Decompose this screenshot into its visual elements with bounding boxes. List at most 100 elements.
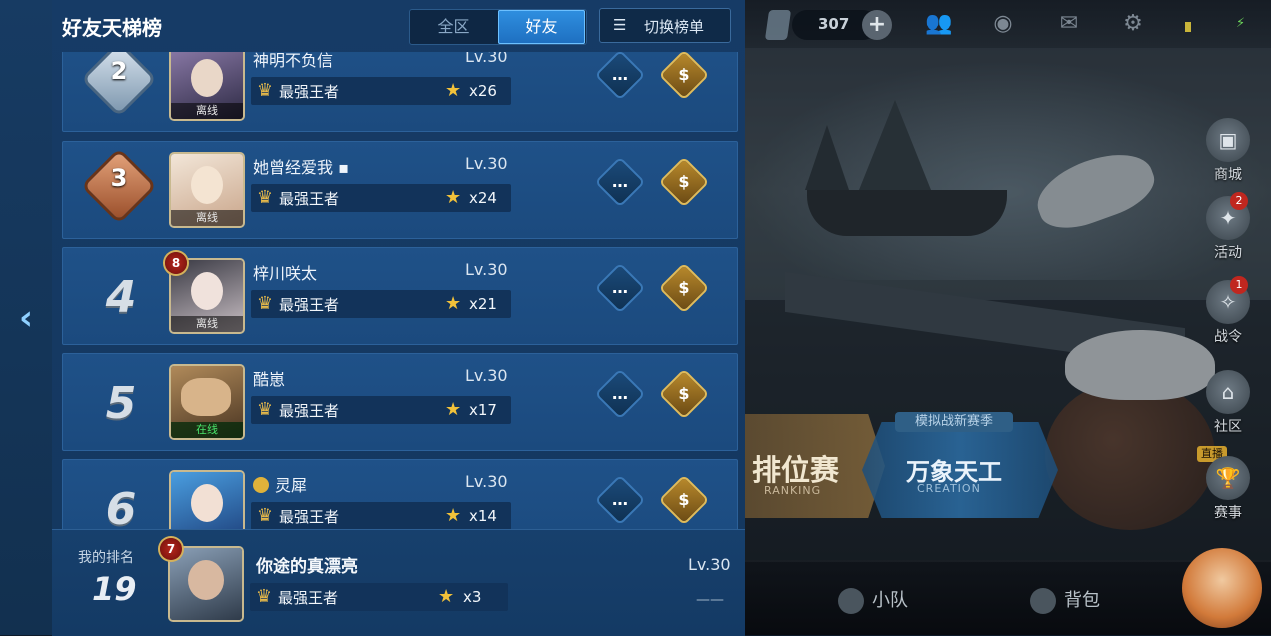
side-menu-esports[interactable]: 🏆 赛事 — [1196, 456, 1260, 522]
diamond-currency-icon — [764, 10, 792, 40]
mail-icon[interactable]: ✉ — [1052, 10, 1086, 38]
star-count: x21 — [469, 295, 497, 313]
coin-gift-icon: $ — [678, 384, 690, 403]
rank-number: 4 — [105, 272, 137, 323]
leaderboard-row[interactable]: 5 在线 酷崽 Lv.30 ♛ 最强王者 ★ x17 … $ — [62, 353, 738, 451]
star-icon: ★ — [445, 505, 462, 526]
pass-icon: ✧ 1 — [1206, 276, 1250, 324]
leaderboard-list[interactable]: 2 离线 神明不负信 Lv.30 ♛ 最强王者 ★ x26 … $ 3 离线 她… — [52, 52, 745, 529]
king-tier-icon: ♛ — [256, 293, 274, 314]
star-count: x3 — [463, 588, 482, 606]
king-tier-icon: ♛ — [256, 399, 274, 420]
vip-level-badge: 7 — [160, 538, 182, 560]
player-name: 神明不负信 — [253, 52, 334, 70]
bottom-nav-team[interactable]: 小队 — [838, 586, 908, 614]
player-level: Lv.30 — [465, 52, 508, 66]
leaderboard-row[interactable]: 2 离线 神明不负信 Lv.30 ♛ 最强王者 ★ x26 … $ — [62, 52, 738, 132]
notification-badge: 2 — [1230, 192, 1248, 210]
shop-icon: ▣ — [1206, 118, 1250, 162]
star-icon: ★ — [438, 586, 455, 607]
coin-gift-icon: $ — [678, 172, 690, 191]
king-tier-icon: ♛ — [256, 187, 274, 208]
my-extra-placeholder: —— — [696, 592, 724, 608]
side-menu-activity[interactable]: ✦ 2 活动 — [1196, 192, 1260, 262]
leaderboard-row[interactable]: 6 灵犀 Lv.30 ♛ 最强王者 ★ x14 … $ — [62, 459, 738, 529]
coin-gift-icon: $ — [678, 65, 690, 84]
signal-icon — [1185, 22, 1191, 32]
my-player-name: 你途的真漂亮 — [256, 557, 358, 577]
tier-bar: ♛ 最强王者 ★ x26 — [251, 77, 511, 105]
avatar[interactable]: 在线 — [171, 366, 243, 438]
switch-list-button[interactable]: ☰ 切换榜单 — [599, 8, 731, 43]
side-menu-pass[interactable]: ✧ 1 战令 — [1196, 276, 1260, 346]
team-flag-icon — [838, 588, 864, 614]
star-icon: ★ — [445, 80, 462, 101]
ranked-mode-title: 排位赛 — [752, 453, 840, 487]
star-count: x14 — [469, 507, 497, 525]
star-icon: ★ — [445, 293, 462, 314]
mascot-avatar[interactable] — [1182, 548, 1262, 628]
rank-number: 6 — [105, 484, 137, 529]
leaderboard-row[interactable]: 4 离线 8 梓川咲太 Lv.30 ♛ 最强王者 ★ x21 … $ — [62, 247, 738, 345]
coin-gift-icon: $ — [678, 490, 690, 509]
scene-dim-overlay — [745, 0, 1271, 635]
star-count: x24 — [469, 189, 497, 207]
tab-all-region[interactable]: 全区 — [410, 10, 497, 44]
coin-gift-icon: $ — [678, 278, 690, 297]
star-count: x17 — [469, 401, 497, 419]
player-level: Lv.30 — [465, 366, 508, 385]
tier-bar: ♛ 最强王者 ★ x17 — [251, 396, 511, 424]
backpack-icon — [1030, 588, 1056, 614]
tier-bar: ♛ 最强王者 ★ x24 — [251, 184, 511, 212]
add-currency-button[interactable]: + — [862, 10, 892, 40]
status-label: 离线 — [171, 316, 243, 332]
king-tier-icon: ♛ — [256, 80, 274, 101]
player-level: Lv.30 — [465, 472, 508, 491]
player-name: 梓川咲太 — [253, 264, 318, 283]
player-name: 酷崽 — [253, 370, 286, 389]
currency-amount: 307 — [818, 15, 850, 33]
side-menu-community[interactable]: ⌂ 社区 — [1196, 370, 1260, 436]
rank-number: 3 — [110, 164, 128, 192]
status-label: 在线 — [171, 422, 243, 438]
star-icon: ★ — [445, 399, 462, 420]
my-player-level: Lv.30 — [688, 555, 731, 574]
king-tier-icon: ♛ — [255, 586, 273, 607]
new-season-tag: 模拟战新赛季 — [895, 412, 1013, 432]
chat-bubble-icon: … — [612, 278, 628, 297]
ranked-mode-subtitle: RANKING — [764, 484, 822, 497]
status-label: 离线 — [171, 210, 243, 226]
vip-level-badge: 8 — [165, 252, 187, 274]
panel-title: 好友天梯榜 — [62, 16, 162, 40]
tab-friends[interactable]: 好友 — [498, 10, 585, 44]
bottom-nav-backpack[interactable]: 背包 — [1030, 586, 1100, 614]
gift-box-icon: ✦ 2 — [1206, 192, 1250, 240]
player-name: 灵犀 — [253, 472, 307, 496]
friends-icon[interactable]: 👥 — [922, 10, 956, 38]
chat-bubble-icon: … — [612, 172, 628, 191]
my-rank-number: 19 — [92, 570, 137, 608]
background-scene — [745, 0, 1271, 635]
tier-bar: ♛ 最强王者 ★ x14 — [251, 502, 511, 529]
my-avatar[interactable] — [170, 548, 242, 620]
avatar[interactable] — [171, 472, 243, 529]
back-arrow-icon[interactable]: ‹ — [10, 298, 42, 338]
region-tabs: 全区 好友 — [409, 9, 587, 45]
leaderboard-row[interactable]: 3 离线 她曾经爱我 ▪ Lv.30 ♛ 最强王者 ★ x24 … $ — [62, 141, 738, 239]
chat-bubble-icon: … — [612, 490, 628, 509]
avatar[interactable]: 离线 — [171, 154, 243, 226]
star-count: x26 — [469, 82, 497, 100]
eye-icon[interactable]: ◉ — [986, 10, 1020, 38]
gear-icon[interactable]: ⚙ — [1116, 10, 1150, 38]
player-name: 她曾经爱我 ▪ — [253, 158, 349, 177]
side-menu-shop[interactable]: ▣ 商城 — [1196, 118, 1260, 184]
list-icon: ☰ — [613, 16, 627, 34]
battery-icon: ⚡ — [1236, 16, 1246, 31]
avatar[interactable]: 离线 — [171, 52, 243, 119]
tier-bar: ♛ 最强王者 ★ x21 — [251, 290, 511, 318]
chat-bubble-icon: … — [612, 65, 628, 84]
community-icon: ⌂ — [1206, 370, 1250, 414]
pet-icon — [253, 477, 269, 493]
creation-mode-subtitle: CREATION — [917, 482, 981, 495]
my-rank-label: 我的排名 — [78, 550, 134, 566]
